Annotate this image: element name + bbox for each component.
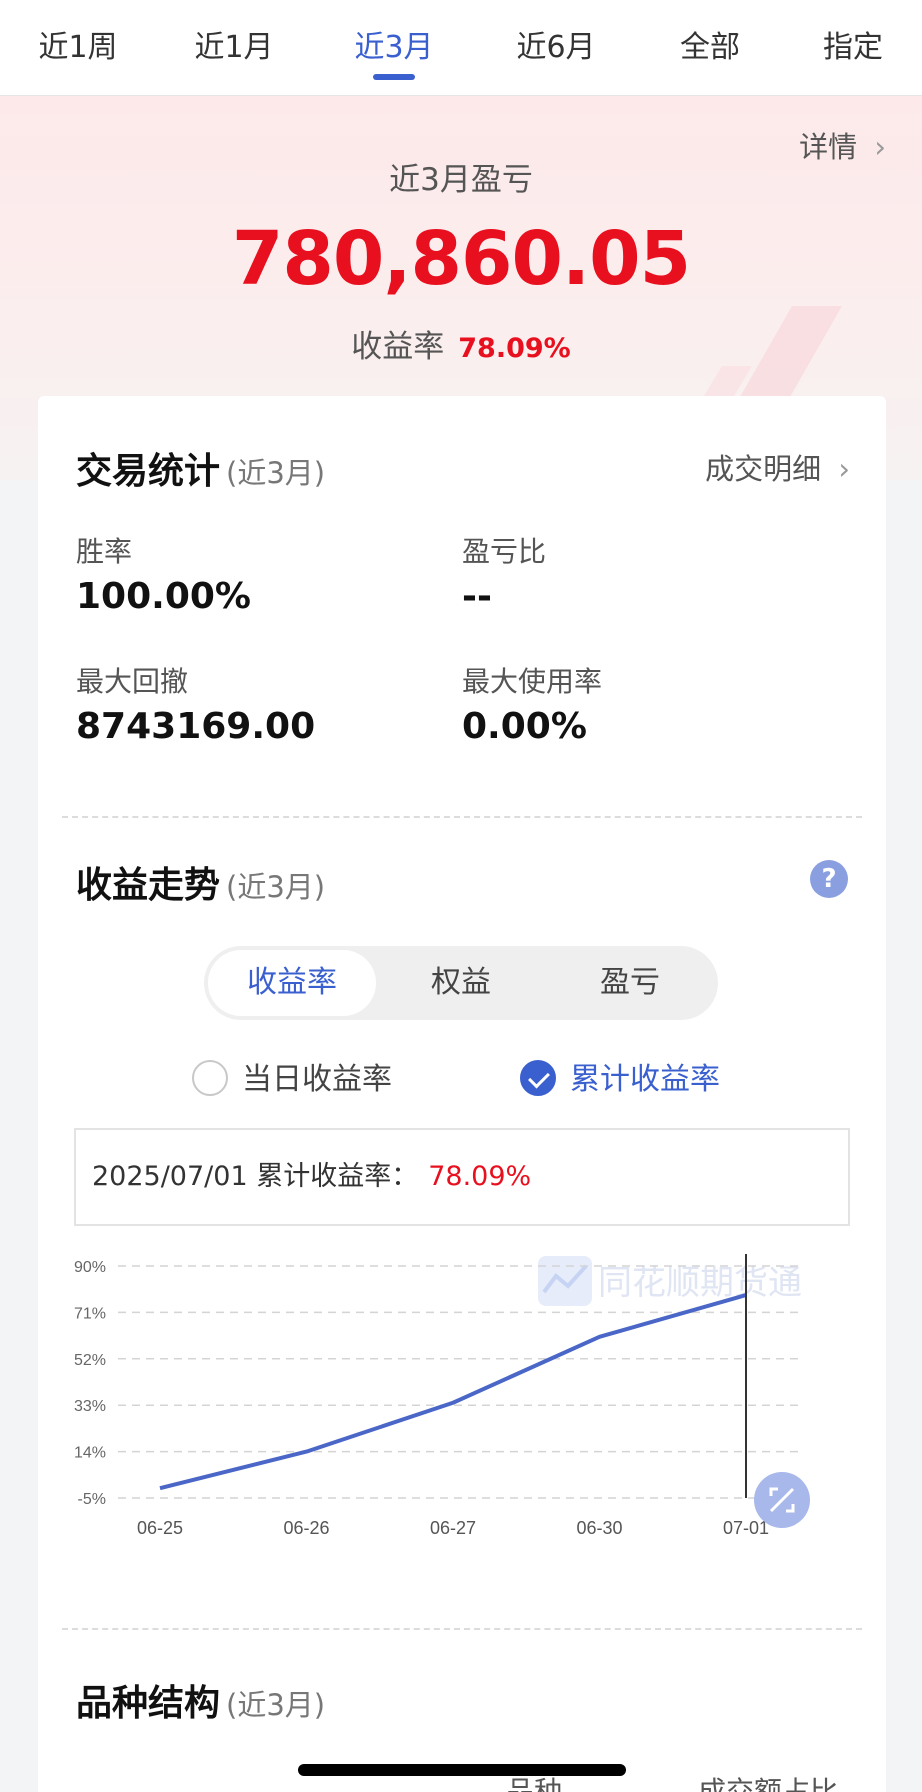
y-tick-label: 90% [74, 1259, 106, 1276]
max-drawdown-label: 最大回撤 [76, 665, 189, 698]
radio-checked-icon [520, 1059, 556, 1096]
divider [62, 1628, 862, 1630]
home-indicator [298, 1764, 626, 1776]
win-rate-label: 胜率 [76, 535, 133, 568]
tab-all[interactable]: 全部 [636, 0, 784, 96]
radio-cumulative-return[interactable]: 累计收益率 [520, 1059, 720, 1100]
tab-3-months[interactable]: 近3月 [312, 0, 476, 96]
radio-daily-return[interactable]: 当日收益率 [192, 1059, 392, 1100]
watermark: 同花顺期货通 [538, 1256, 802, 1306]
pnl-ratio-label: 盈亏比 [462, 535, 547, 568]
y-tick-label: 52% [74, 1352, 106, 1369]
segment-return-rate[interactable]: 收益率 [208, 950, 376, 1016]
tab-custom[interactable]: 指定 [784, 0, 922, 96]
metric-segmented-control: 收益率 权益 盈亏 [204, 946, 718, 1020]
win-rate-value: 100.00% [76, 576, 251, 617]
active-tab-indicator [373, 74, 415, 80]
period-tab-bar: 近1周 近1月 近3月 近6月 全部 指定 [0, 0, 922, 96]
max-usage-value: 0.00% [462, 706, 587, 747]
x-tick-label: 06-27 [430, 1518, 476, 1536]
tooltip-label: 累计收益率： [256, 1161, 419, 1192]
return-rate-label: 收益率 [351, 329, 445, 365]
page: 近1周 近1月 近3月 近6月 全部 指定 详情 › 近3月盈亏 780,860… [0, 0, 922, 1792]
stats-card: 交易统计 (近3月) 成交明细 › 胜率 100.00% 盈亏比 -- 最大回撤 … [38, 396, 886, 1792]
series-line-cumulative-return [159, 1293, 747, 1491]
section-title-return-trend: 收益走势 (近3月) [76, 865, 326, 906]
max-usage-label: 最大使用率 [462, 665, 603, 698]
tooltip-date: 2025/07/01 [92, 1161, 248, 1192]
y-tick-label: 33% [74, 1398, 106, 1415]
y-tick-label: 71% [74, 1305, 106, 1322]
watermark-text: 同花顺期货通 [598, 1264, 802, 1302]
section-title-trade-stats: 交易统计 (近3月) [76, 451, 326, 492]
tab-1-month[interactable]: 近1月 [156, 0, 312, 96]
segment-pnl[interactable]: 盈亏 [546, 950, 714, 1016]
trade-details-link[interactable]: 成交明细 › [705, 446, 850, 488]
pnl-ratio-value: -- [462, 576, 492, 617]
pnl-title: 近3月盈亏 [389, 162, 533, 198]
tab-1-week[interactable]: 近1周 [0, 0, 156, 96]
chevron-right-icon: › [838, 452, 850, 486]
divider [62, 816, 862, 818]
fullscreen-button[interactable] [754, 1472, 810, 1528]
y-tick-label: -5% [78, 1491, 106, 1508]
return-trend-chart[interactable]: 同花顺期货通 90% 71% 52% 33% 14% -5% 06-25 06-26 06-2… [38, 1246, 886, 1536]
section-title-product-structure: 品种结构 (近3月) [76, 1683, 326, 1724]
max-drawdown-value: 8743169.00 [76, 706, 316, 747]
question-circle-icon[interactable]: ? [810, 860, 848, 898]
radio-unchecked-icon [192, 1059, 228, 1096]
x-tick-label: 06-26 [283, 1518, 329, 1536]
x-tick-label: 07-01 [723, 1518, 769, 1536]
segment-equity[interactable]: 权益 [377, 950, 545, 1016]
tab-6-months[interactable]: 近6月 [476, 0, 636, 96]
y-tick-label: 14% [74, 1445, 106, 1462]
return-rate: 收益率 78.09% [0, 321, 922, 366]
return-rate-value: 78.09% [458, 333, 571, 364]
x-tick-label: 06-25 [137, 1518, 183, 1536]
tooltip-value: 78.09% [428, 1161, 532, 1192]
pnl-value: 780,860.05 [231, 216, 691, 302]
column-header-volume-share: 成交额占比 [698, 1775, 839, 1792]
x-tick-label: 06-30 [576, 1518, 622, 1536]
chart-tooltip-box: 2025/07/01 累计收益率： 78.09% [74, 1128, 850, 1226]
